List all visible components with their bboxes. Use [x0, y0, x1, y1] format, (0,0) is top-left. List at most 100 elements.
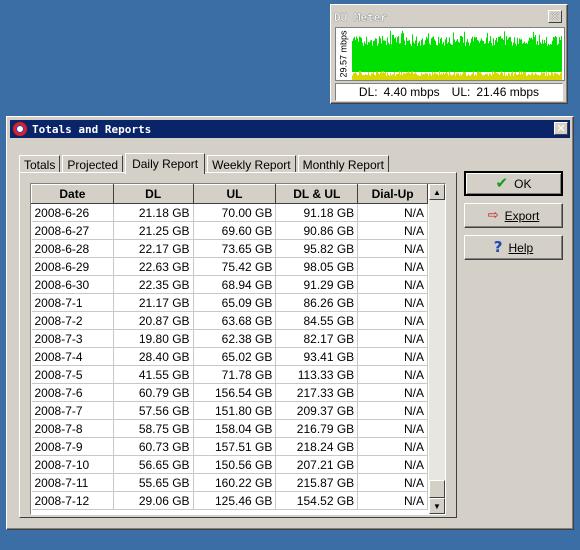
download-bar: [367, 74, 368, 80]
upload-bar: [404, 40, 405, 72]
download-bar: [495, 72, 496, 80]
download-bar: [451, 75, 452, 80]
download-bar: [537, 75, 538, 80]
download-bar: [368, 72, 369, 80]
column-header[interactable]: DL & UL: [275, 184, 359, 204]
upload-bar: [523, 43, 524, 72]
upload-bar: [455, 42, 456, 72]
table-cell: 22.35 GB: [113, 275, 194, 294]
ok-button[interactable]: ✔ OK: [464, 171, 563, 196]
download-bar: [376, 71, 377, 80]
table-cell: 58.75 GB: [113, 419, 194, 438]
upload-bar: [393, 34, 394, 72]
upload-bar: [407, 40, 408, 72]
upload-bar: [531, 37, 532, 72]
download-bar: [493, 74, 494, 80]
upload-bar: [527, 43, 528, 72]
upload-bar: [549, 45, 550, 72]
table-row[interactable]: 2008-6-28 22.17 GB 73.65 GB 95.82 GB N/A: [31, 239, 428, 258]
upload-bar: [517, 37, 518, 72]
upload-bar: [489, 40, 490, 72]
tab-monthly-report[interactable]: Monthly Report: [297, 155, 389, 173]
download-bar: [549, 74, 550, 80]
upload-bar: [362, 42, 363, 72]
window-close-button[interactable]: ✕: [554, 122, 568, 135]
table-cell: 70.00 GB: [193, 203, 277, 222]
column-header[interactable]: DL: [112, 184, 194, 204]
upload-bar: [464, 31, 465, 72]
upload-bar: [444, 45, 445, 72]
table-row[interactable]: 2008-7-5 41.55 GB 71.78 GB 113.33 GB N/A: [31, 365, 428, 384]
download-bar: [379, 74, 380, 80]
table-row[interactable]: 2008-7-9 60.73 GB 157.51 GB 218.24 GB N/A: [31, 437, 428, 456]
upload-bar: [477, 40, 478, 72]
table-row[interactable]: 2008-7-1 21.17 GB 65.09 GB 86.26 GB N/A: [31, 293, 428, 312]
tab-weekly-report[interactable]: Weekly Report: [207, 155, 296, 173]
upload-bar: [457, 39, 458, 72]
upload-bar: [359, 36, 360, 72]
upload-bar: [437, 45, 438, 72]
table-row[interactable]: 2008-7-11 55.65 GB 160.22 GB 215.87 GB N/A: [31, 473, 428, 492]
checkmark-icon: ✔: [495, 174, 509, 192]
table-cell: 69.60 GB: [193, 221, 277, 240]
table-row[interactable]: 2008-7-2 20.87 GB 63.68 GB 84.55 GB N/A: [31, 311, 428, 330]
upload-bar: [499, 36, 500, 72]
download-bar: [487, 73, 488, 80]
table-cell: 90.86 GB: [275, 221, 359, 240]
table-cell: 2008-7-9: [31, 437, 114, 456]
download-bar: [460, 73, 461, 80]
main-titlebar[interactable]: Totals and Reports ✕: [10, 120, 570, 138]
upload-bar: [364, 41, 365, 72]
arrow-down-icon: ▼: [433, 501, 441, 511]
table-cell: 28.40 GB: [113, 347, 194, 366]
export-button[interactable]: ⇨ Export: [464, 203, 563, 228]
table-cell: 91.29 GB: [275, 275, 359, 294]
scroll-up-button[interactable]: ▲: [429, 184, 445, 200]
tab-projected[interactable]: Projected: [62, 155, 124, 173]
tab-daily-report[interactable]: Daily Report: [125, 153, 206, 174]
download-bar: [476, 75, 477, 80]
column-header[interactable]: Date: [31, 184, 114, 204]
upload-bar: [469, 45, 470, 72]
scroll-thumb[interactable]: [429, 480, 445, 498]
table-row[interactable]: 2008-6-27 21.25 GB 69.60 GB 90.86 GB N/A: [31, 221, 428, 240]
table-row[interactable]: 2008-7-12 29.06 GB 125.46 GB 154.52 GB N/A: [31, 491, 428, 510]
upload-bar: [390, 30, 391, 73]
table-row[interactable]: 2008-6-29 22.63 GB 75.42 GB 98.05 GB N/A: [31, 257, 428, 276]
table-cell: 2008-7-5: [31, 365, 114, 384]
upload-bar: [500, 36, 501, 72]
upload-bar: [538, 45, 539, 72]
upload-bar: [554, 37, 555, 72]
table-row[interactable]: 2008-7-10 56.65 GB 150.56 GB 207.21 GB N/A: [31, 455, 428, 474]
download-bar: [387, 72, 388, 80]
table-row[interactable]: 2008-6-30 22.35 GB 68.94 GB 91.29 GB N/A: [31, 275, 428, 294]
column-header[interactable]: Dial-Up: [357, 184, 428, 204]
table-row[interactable]: 2008-7-6 60.79 GB 156.54 GB 217.33 GB N/A: [31, 383, 428, 402]
download-bar: [378, 73, 379, 80]
table-row[interactable]: 2008-7-7 57.56 GB 151.80 GB 209.37 GB N/A: [31, 401, 428, 420]
table-vertical-scrollbar[interactable]: ▲ ▼: [429, 184, 445, 514]
upload-bar: [501, 38, 502, 72]
du-meter-titlebar[interactable]: DU Meter ✕: [334, 8, 564, 26]
download-bar: [456, 73, 457, 80]
table-row[interactable]: 2008-7-3 19.80 GB 62.38 GB 82.17 GB N/A: [31, 329, 428, 348]
table-row[interactable]: 2008-7-4 28.40 GB 65.02 GB 93.41 GB N/A: [31, 347, 428, 366]
upload-bar: [406, 37, 407, 72]
tab-totals[interactable]: Totals: [19, 155, 61, 173]
download-bar: [452, 74, 453, 80]
download-bar: [388, 74, 389, 80]
download-bar: [418, 74, 419, 80]
download-bar: [352, 75, 353, 80]
table-cell: 2008-6-28: [31, 239, 114, 258]
upload-bar: [429, 43, 430, 72]
help-button[interactable]: ? Help: [464, 235, 563, 260]
download-bar: [478, 71, 479, 80]
scroll-down-button[interactable]: ▼: [429, 498, 445, 514]
column-header[interactable]: UL: [192, 184, 277, 204]
du-meter-close-button[interactable]: ✕: [548, 10, 562, 23]
table-row[interactable]: 2008-6-26 21.18 GB 70.00 GB 91.18 GB N/A: [31, 203, 428, 222]
table-row[interactable]: 2008-7-8 58.75 GB 158.04 GB 216.79 GB N/A: [31, 419, 428, 438]
upload-bar: [553, 36, 554, 72]
upload-bar: [516, 45, 517, 72]
table-cell: 60.79 GB: [113, 383, 194, 402]
